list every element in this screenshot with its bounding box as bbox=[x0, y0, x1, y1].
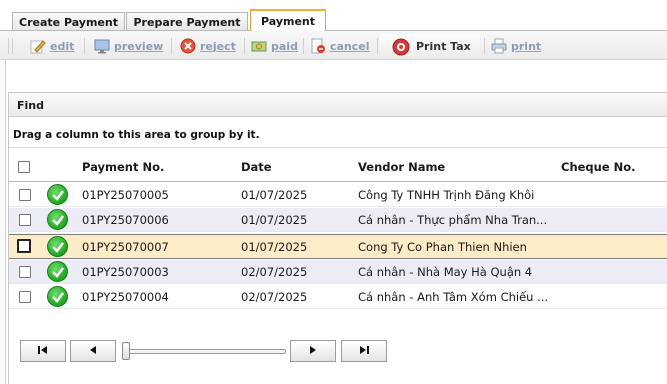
column-header-cheque[interactable]: Cheque No. bbox=[561, 160, 636, 174]
reject-icon bbox=[180, 38, 196, 54]
tab-payment[interactable]: Payment bbox=[250, 9, 326, 31]
print-tax-icon bbox=[392, 38, 410, 56]
table-row-selected[interactable]: 01PY25070007 01/07/2025 Cong Ty Co Phan … bbox=[9, 234, 667, 259]
page-slider-thumb[interactable] bbox=[122, 342, 130, 360]
cell-vendor: Cá nhân - Thực phẩm Nha Tran... bbox=[358, 213, 548, 227]
row-checkbox[interactable] bbox=[19, 291, 31, 303]
paid-label: paid bbox=[271, 39, 298, 53]
toolbar-separator bbox=[171, 38, 172, 54]
first-page-icon bbox=[37, 345, 49, 358]
print-button[interactable]: print bbox=[491, 36, 541, 56]
last-page-button[interactable] bbox=[341, 340, 387, 362]
toolbar-separator bbox=[484, 38, 485, 54]
edit-icon bbox=[30, 38, 46, 54]
monitor-icon bbox=[94, 38, 110, 54]
prev-page-button[interactable] bbox=[70, 340, 116, 362]
cancel-label: cancel bbox=[330, 39, 370, 53]
check-circle-icon bbox=[47, 184, 68, 205]
reject-button[interactable]: reject bbox=[180, 36, 236, 56]
toolbar: edit preview reject paid cancel Print Ta… bbox=[0, 31, 667, 60]
check-circle-icon bbox=[47, 209, 68, 230]
cell-vendor: Cá nhân - Nhà May Hà Quận 4 bbox=[358, 265, 533, 279]
toolbar-separator bbox=[303, 38, 304, 54]
cell-date: 02/07/2025 bbox=[241, 290, 308, 304]
pager bbox=[12, 338, 392, 364]
cell-vendor: Cong Ty Co Phan Thien Nhien bbox=[358, 240, 527, 254]
table-row[interactable]: 01PY25070006 01/07/2025 Cá nhân - Thực p… bbox=[9, 208, 667, 232]
find-panel[interactable]: Find bbox=[9, 93, 667, 117]
cell-date: 02/07/2025 bbox=[241, 265, 308, 279]
cell-payment-no: 01PY25070006 bbox=[82, 213, 169, 227]
row-checkbox[interactable] bbox=[19, 266, 31, 278]
cancel-document-icon bbox=[310, 38, 326, 54]
tab-create-payment[interactable]: Create Payment bbox=[12, 12, 125, 31]
toolbar-separator bbox=[244, 38, 245, 54]
column-header-payment-no[interactable]: Payment No. bbox=[82, 160, 164, 174]
reject-label: reject bbox=[200, 39, 236, 53]
cell-payment-no: 01PY25070003 bbox=[82, 265, 169, 279]
paid-button[interactable]: paid bbox=[251, 36, 298, 56]
cell-date: 01/07/2025 bbox=[241, 188, 308, 202]
cell-payment-no: 01PY25070007 bbox=[82, 240, 169, 254]
money-icon bbox=[251, 38, 267, 54]
cell-vendor: Công Ty TNHH Trịnh Đăng Khôi bbox=[358, 188, 535, 202]
page-slider-track[interactable] bbox=[123, 349, 286, 354]
group-by-area[interactable]: Drag a column to this area to group by i… bbox=[9, 118, 667, 148]
column-header-date[interactable]: Date bbox=[241, 160, 272, 174]
preview-label: preview bbox=[114, 39, 164, 53]
toolbar-grip bbox=[12, 38, 13, 54]
check-circle-icon bbox=[47, 236, 68, 257]
table-row[interactable]: 01PY25070004 02/07/2025 Cá nhân - Anh Tâ… bbox=[9, 285, 667, 309]
table-row[interactable]: 01PY25070003 02/07/2025 Cá nhân - Nhà Ma… bbox=[9, 260, 667, 284]
next-page-icon bbox=[308, 345, 318, 358]
cell-vendor: Cá nhân - Anh Tâm Xóm Chiếu ... bbox=[358, 290, 549, 304]
first-page-button[interactable] bbox=[20, 340, 66, 362]
row-checkbox[interactable] bbox=[17, 239, 31, 253]
toolbar-grip bbox=[8, 38, 9, 54]
prev-page-icon bbox=[88, 345, 98, 358]
cell-date: 01/07/2025 bbox=[241, 240, 308, 254]
edit-button[interactable]: edit bbox=[30, 36, 74, 56]
select-all-checkbox[interactable] bbox=[18, 161, 30, 173]
side-splitter[interactable] bbox=[0, 60, 6, 384]
print-tax-button[interactable]: Print Tax bbox=[380, 34, 480, 58]
group-hint: Drag a column to this area to group by i… bbox=[13, 129, 260, 141]
cell-payment-no: 01PY25070004 bbox=[82, 290, 169, 304]
table-row[interactable]: 01PY25070005 01/07/2025 Công Ty TNHH Trị… bbox=[9, 183, 667, 207]
preview-button[interactable]: preview bbox=[94, 36, 163, 56]
toolbar-separator bbox=[377, 38, 378, 54]
cell-payment-no: 01PY25070005 bbox=[82, 188, 169, 202]
find-label: Find bbox=[17, 99, 44, 112]
grid-header: Payment No. Date Vendor Name Cheque No. bbox=[9, 151, 667, 182]
edit-label: edit bbox=[50, 39, 75, 53]
check-circle-icon bbox=[47, 261, 68, 282]
next-page-button[interactable] bbox=[290, 340, 336, 362]
print-tax-label: Print Tax bbox=[416, 39, 471, 53]
cancel-button[interactable]: cancel bbox=[310, 36, 370, 56]
last-page-icon bbox=[358, 345, 370, 358]
row-checkbox[interactable] bbox=[19, 189, 31, 201]
row-checkbox[interactable] bbox=[19, 214, 31, 226]
tab-prepare-payment[interactable]: Prepare Payment bbox=[126, 12, 248, 31]
column-header-vendor[interactable]: Vendor Name bbox=[358, 160, 445, 174]
cell-date: 01/07/2025 bbox=[241, 213, 308, 227]
tab-bar: Create Payment Prepare Payment Payment bbox=[0, 0, 667, 31]
check-circle-icon bbox=[47, 286, 68, 307]
toolbar-separator bbox=[84, 38, 85, 54]
printer-icon bbox=[491, 38, 507, 54]
print-label: print bbox=[511, 39, 542, 53]
